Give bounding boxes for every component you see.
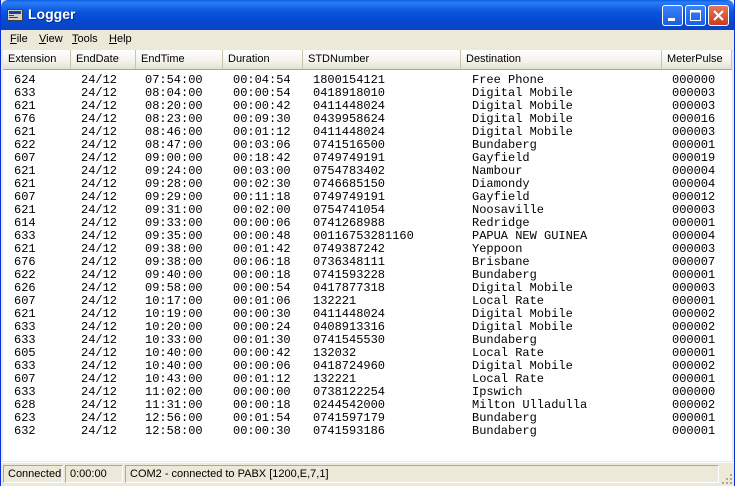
close-button[interactable] [708, 5, 729, 26]
app-icon[interactable] [7, 7, 23, 23]
window-title: Logger [28, 6, 76, 22]
cell-stdnumber: 0741593186 [313, 424, 386, 438]
status-bar: Connected 0:00:00 COM2 - connected to PA… [1, 462, 734, 486]
logger-window: Logger File View Tools Help Extension En… [0, 0, 735, 486]
column-header-endtime[interactable]: EndTime [136, 50, 223, 69]
minimize-icon [668, 18, 675, 21]
column-header-meterpulse[interactable]: MeterPulse [662, 50, 732, 69]
table-row[interactable]: 632 24/12 12:58:00 00:00:30 0741593186 Bundab… [3, 425, 732, 438]
column-header-row: Extension EndDate EndTime Duration STDNu… [3, 50, 732, 70]
cell-endtime: 12:58:00 [145, 424, 203, 438]
menu-tools[interactable]: Tools [72, 33, 98, 45]
cell-destination: Bundaberg [472, 424, 537, 438]
title-bar[interactable]: Logger [1, 0, 734, 30]
column-header-destination[interactable]: Destination [461, 50, 662, 69]
call-log-list[interactable]: 624 24/12 07:54:00 00:04:54 1800154121 Free P… [3, 70, 732, 461]
cell-meterpulse: 000001 [672, 424, 716, 438]
cell-extension: 632 [14, 424, 36, 438]
status-connection: Connected [3, 465, 63, 483]
menu-help[interactable]: Help [109, 33, 132, 45]
close-icon [713, 10, 724, 21]
column-header-stdnumber[interactable]: STDNumber [303, 50, 461, 69]
menu-bar: File View Tools Help [1, 30, 734, 49]
status-port-info: COM2 - connected to PABX [1200,E,7,1] [125, 465, 719, 483]
menu-view[interactable]: View [39, 33, 63, 45]
cell-duration: 00:00:30 [233, 424, 291, 438]
maximize-icon [690, 10, 701, 21]
column-header-extension[interactable]: Extension [3, 50, 71, 69]
menu-file[interactable]: File [10, 33, 28, 45]
column-header-enddate[interactable]: EndDate [71, 50, 136, 69]
status-timer: 0:00:00 [65, 465, 123, 483]
minimize-button[interactable] [662, 5, 683, 26]
maximize-button[interactable] [685, 5, 706, 26]
column-header-duration[interactable]: Duration [223, 50, 303, 69]
resize-grip-icon[interactable] [721, 473, 733, 485]
cell-enddate: 24/12 [81, 424, 118, 438]
